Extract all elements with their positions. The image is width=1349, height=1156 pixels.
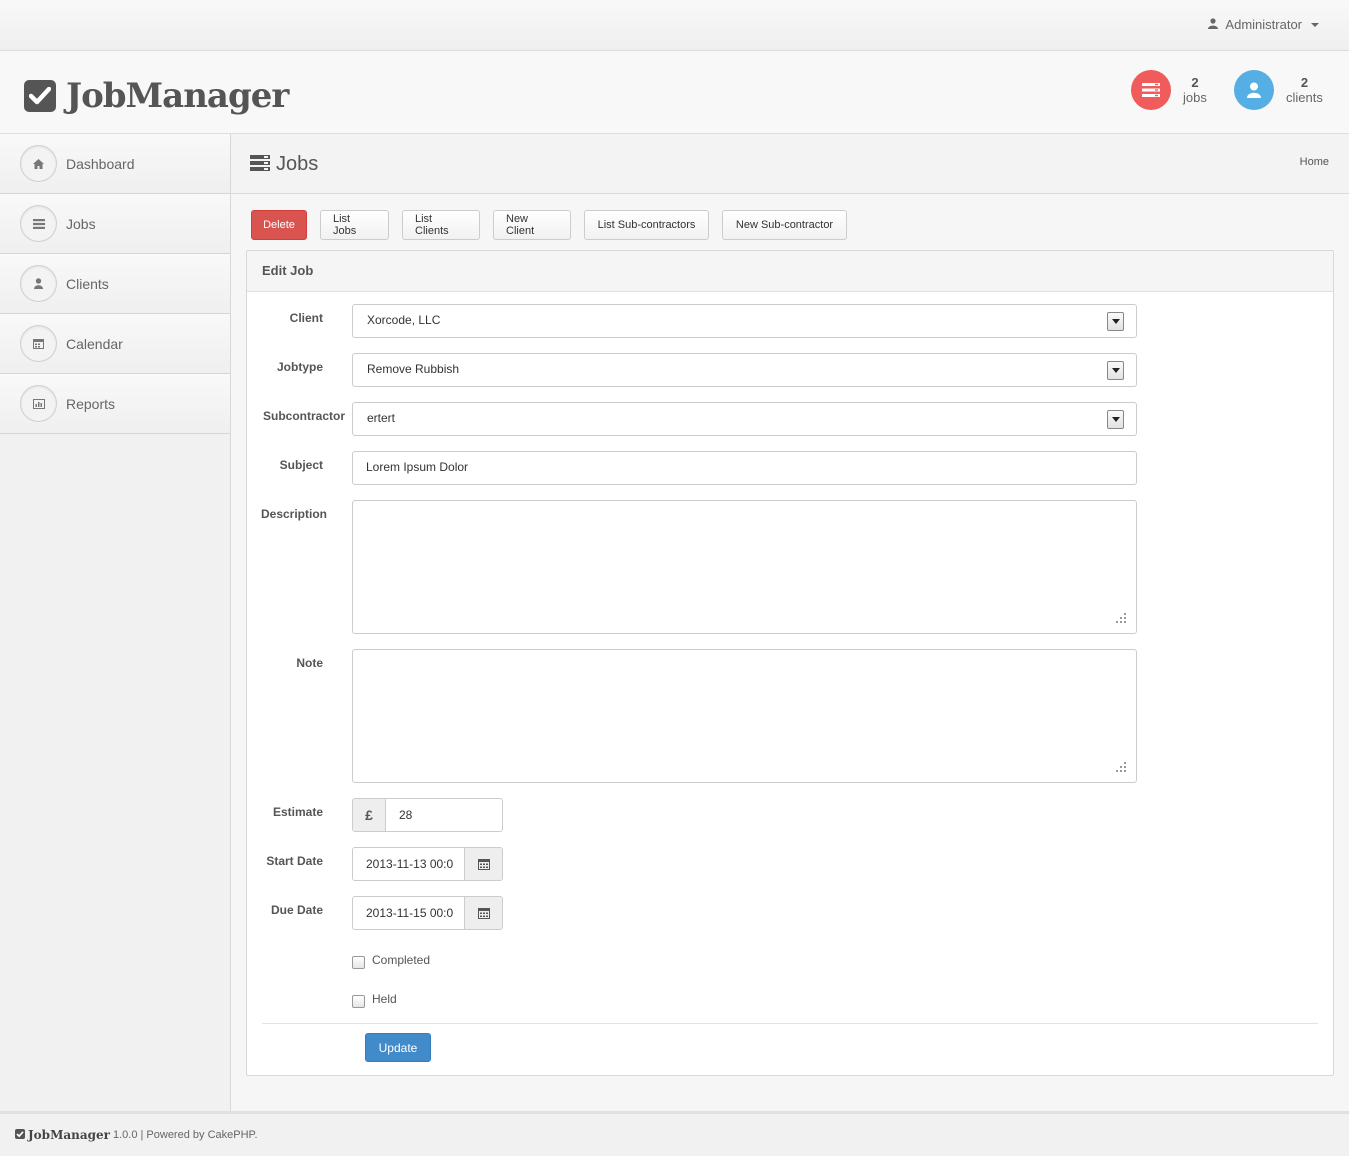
sidebar-item-jobs[interactable]: Jobs: [0, 194, 230, 254]
check-icon: [24, 80, 56, 112]
subcontractor-value: ertert: [367, 411, 396, 425]
jobtype-label: Jobtype: [276, 360, 323, 374]
note-label: Note: [296, 656, 323, 670]
client-value: Xorcode, LLC: [367, 313, 441, 327]
form-divider: [262, 1023, 1318, 1024]
due-date-label: Due Date: [270, 903, 323, 917]
list-icon: [250, 155, 270, 174]
sidebar-item-label: Jobs: [66, 215, 96, 232]
chevron-down-icon: [1107, 312, 1124, 331]
due-date-input[interactable]: 2013-11-15 00:0: [353, 897, 464, 929]
new-client-button[interactable]: New Client: [493, 210, 571, 240]
resize-grip-icon[interactable]: [1116, 761, 1126, 775]
note-textarea[interactable]: [352, 649, 1137, 783]
clients-label: clients: [1286, 90, 1323, 105]
estimate-input[interactable]: 28: [386, 799, 502, 831]
page-title: Jobs: [250, 153, 318, 176]
delete-button[interactable]: Delete: [251, 210, 307, 240]
chevron-down-icon: [1107, 410, 1124, 429]
bar-chart-icon: [20, 385, 57, 422]
calendar-icon: [20, 325, 57, 362]
sidebar: Dashboard Jobs Clients Calendar Reports: [0, 134, 231, 1111]
sidebar-item-label: Calendar: [66, 335, 123, 352]
jobs-count: 2: [1191, 75, 1199, 90]
start-date-input[interactable]: 2013-11-13 00:0: [353, 848, 464, 880]
calendar-icon[interactable]: [464, 897, 502, 929]
sidebar-item-dashboard[interactable]: Dashboard: [0, 134, 230, 194]
completed-label: Completed: [372, 953, 431, 967]
due-date-group: 2013-11-15 00:0: [352, 896, 503, 930]
subject-label: Subject: [279, 458, 323, 472]
sidebar-item-clients[interactable]: Clients: [0, 254, 230, 314]
clients-count: 2: [1300, 75, 1309, 90]
subject-input[interactable]: Lorem Ipsum Dolor: [352, 451, 1137, 485]
subcontractor-label: Subcontractor: [263, 409, 346, 423]
list-clients-button[interactable]: List Clients: [402, 210, 480, 240]
user-icon: [1234, 70, 1274, 110]
page-header: Jobs Home: [231, 134, 1349, 194]
list-icon: [20, 205, 57, 242]
list-jobs-button[interactable]: List Jobs: [320, 210, 389, 240]
clients-stat[interactable]: 2 clients: [1234, 70, 1323, 110]
resize-grip-icon[interactable]: [1116, 612, 1126, 626]
sidebar-item-label: Reports: [66, 395, 116, 412]
jobs-stat[interactable]: 2 jobs: [1131, 70, 1207, 110]
chevron-down-icon: [1311, 22, 1319, 27]
calendar-icon[interactable]: [464, 848, 502, 880]
user-icon: [20, 265, 57, 302]
estimate-input-group: £ 28: [352, 798, 503, 832]
user-name: Administrator: [1225, 17, 1302, 32]
description-textarea[interactable]: [352, 500, 1137, 634]
panel-title: Edit Job: [247, 251, 1333, 292]
sidebar-item-label: Dashboard: [66, 155, 135, 172]
breadcrumb-home[interactable]: Home: [1300, 156, 1329, 168]
sidebar-item-calendar[interactable]: Calendar: [0, 314, 230, 374]
user-icon: [1208, 17, 1219, 32]
chevron-down-icon: [1107, 361, 1124, 380]
currency-addon: £: [353, 799, 386, 831]
client-label: Client: [289, 311, 323, 325]
footer-text: 1.0.0 | Powered by CakePHP.: [112, 1129, 258, 1141]
top-bar: Administrator: [0, 0, 1349, 51]
update-button[interactable]: Update: [365, 1033, 431, 1062]
completed-checkbox[interactable]: [352, 956, 365, 969]
start-date-label: Start Date: [266, 854, 323, 868]
list-icon: [1131, 70, 1171, 110]
held-option[interactable]: Held: [352, 990, 397, 1008]
edit-job-panel: Edit Job Client Xorcode, LLC Jobtype Rem…: [246, 250, 1334, 1076]
list-subcontractors-button[interactable]: List Sub-contractors: [584, 210, 709, 240]
start-date-group: 2013-11-13 00:0: [352, 847, 503, 881]
jobs-label: jobs: [1183, 90, 1207, 105]
held-checkbox[interactable]: [352, 995, 365, 1008]
description-label: Description: [260, 507, 327, 521]
action-toolbar: Delete List Jobs List Clients New Client…: [251, 210, 847, 240]
jobtype-value: Remove Rubbish: [367, 362, 460, 376]
new-subcontractor-button[interactable]: New Sub-contractor: [722, 210, 847, 240]
jobtype-select[interactable]: Remove Rubbish: [352, 353, 1137, 387]
sidebar-item-label: Clients: [66, 275, 109, 292]
home-icon: [20, 145, 57, 182]
header: JobManager 2 jobs 2 clients: [0, 51, 1349, 134]
app-name: JobManager: [66, 76, 289, 116]
footer-app-name: JobManager: [28, 1128, 110, 1142]
completed-option[interactable]: Completed: [352, 951, 430, 969]
held-label: Held: [372, 992, 397, 1006]
check-icon: [15, 1128, 25, 1142]
sidebar-item-reports[interactable]: Reports: [0, 374, 230, 434]
client-select[interactable]: Xorcode, LLC: [352, 304, 1137, 338]
app-logo[interactable]: JobManager: [24, 76, 289, 116]
estimate-label: Estimate: [272, 805, 323, 819]
page-title-text: Jobs: [276, 153, 319, 175]
subcontractor-select[interactable]: ertert: [352, 402, 1137, 436]
subject-value: Lorem Ipsum Dolor: [366, 460, 469, 474]
user-menu[interactable]: Administrator: [1208, 17, 1319, 32]
footer: JobManager 1.0.0 | Powered by CakePHP.: [0, 1111, 1349, 1156]
